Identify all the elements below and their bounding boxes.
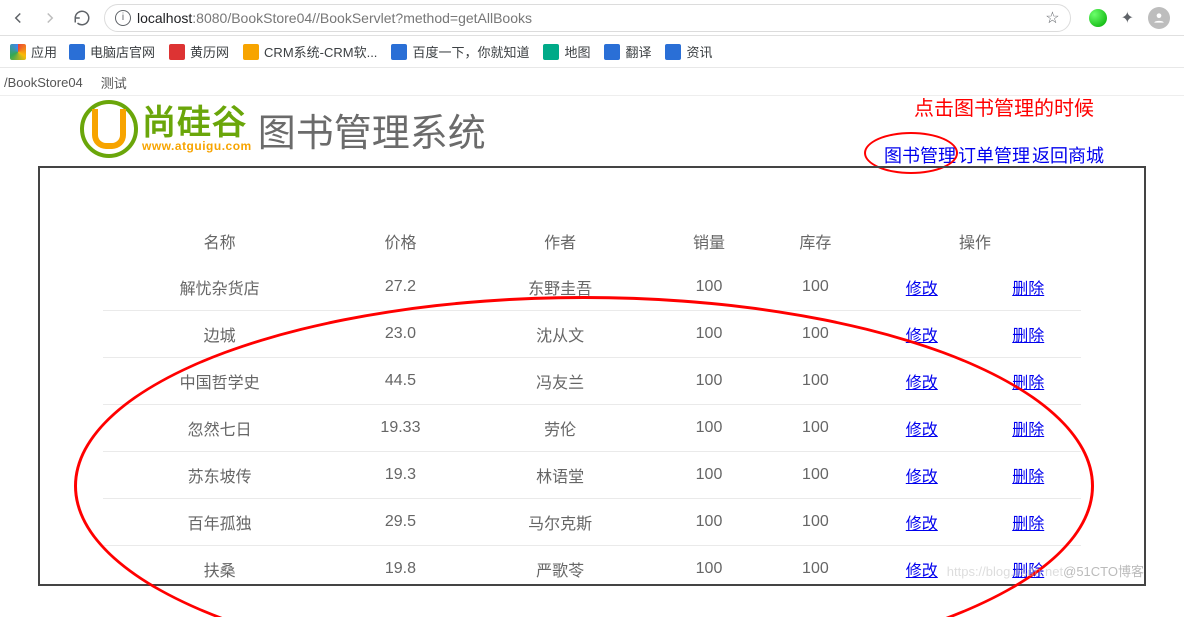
cell-sales: 100 [656, 311, 762, 358]
cell-sales: 100 [656, 405, 762, 452]
browser-toolbar: i localhost:8080/BookStore04//BookServle… [0, 0, 1184, 36]
cell-sales: 100 [656, 452, 762, 499]
cell-stock: 100 [762, 499, 868, 546]
content-frame[interactable]: 名称价格作者销量库存操作 解忧杂货店27.2东野圭吾100100修改删除边城23… [38, 166, 1146, 586]
nav-back[interactable]: 返回商城 [1032, 142, 1104, 168]
cell-stock: 100 [762, 358, 868, 405]
delete-link[interactable]: 删除 [1012, 516, 1044, 533]
cell-price: 19.33 [337, 405, 465, 452]
apps-button[interactable]: 应用 [10, 42, 57, 61]
tab-test[interactable]: 测试 [99, 71, 129, 94]
back-button[interactable] [8, 8, 28, 28]
cell-name: 中国哲学史 [103, 358, 337, 405]
col-header: 作者 [464, 218, 655, 264]
url-text: localhost:8080/BookStore04//BookServlet?… [137, 10, 532, 26]
cell-author: 冯友兰 [464, 358, 655, 405]
site-logo: 尚硅谷 www.atguigu.com [80, 100, 252, 158]
cell-author: 东野圭吾 [464, 264, 655, 311]
bookmark-item[interactable]: 地图 [543, 42, 590, 61]
extensions-button[interactable]: ✦ [1121, 8, 1134, 28]
nav-orders[interactable]: 订单管理 [958, 142, 1030, 168]
watermark: https://blog.csdn.net@51CTO博客 [947, 561, 1144, 580]
annotation-text: 点击图书管理的时候 [914, 92, 1094, 121]
logo-cn: 尚硅谷 [142, 106, 252, 140]
bookmark-item[interactable]: 黄历网 [169, 42, 229, 61]
cell-price: 44.5 [337, 358, 465, 405]
cell-author: 沈从文 [464, 311, 655, 358]
bookmark-item[interactable]: 百度一下，你就知道 [391, 42, 529, 61]
delete-link[interactable]: 删除 [1012, 469, 1044, 486]
edit-link[interactable]: 修改 [906, 516, 938, 533]
bookmark-item[interactable]: 电脑店官网 [69, 42, 155, 61]
logo-en: www.atguigu.com [142, 140, 252, 152]
table-row: 百年孤独29.5马尔克斯100100修改删除 [103, 499, 1082, 546]
delete-link[interactable]: 删除 [1012, 281, 1044, 298]
cell-name: 苏东坡传 [103, 452, 337, 499]
cell-stock: 100 [762, 546, 868, 587]
reload-button[interactable] [72, 8, 92, 28]
cell-price: 23.0 [337, 311, 465, 358]
cell-price: 27.2 [337, 264, 465, 311]
cell-author: 严歌苓 [464, 546, 655, 587]
col-header: 名称 [103, 218, 337, 264]
edit-link[interactable]: 修改 [906, 281, 938, 298]
edit-link[interactable]: 修改 [906, 422, 938, 439]
cell-sales: 100 [656, 358, 762, 405]
bookmark-star-icon[interactable]: ☆ [1045, 8, 1059, 28]
profile-avatar[interactable] [1148, 7, 1170, 29]
cell-name: 解忧杂货店 [103, 264, 337, 311]
col-header: 价格 [337, 218, 465, 264]
cell-name: 忽然七日 [103, 405, 337, 452]
table-row: 扶桑19.8严歌苓100100修改删除 [103, 546, 1082, 587]
delete-link[interactable]: 删除 [1012, 375, 1044, 392]
col-header: 操作 [869, 218, 1082, 264]
site-info-icon[interactable]: i [115, 10, 131, 26]
books-table: 名称价格作者销量库存操作 解忧杂货店27.2东野圭吾100100修改删除边城23… [103, 218, 1082, 586]
table-row: 忽然七日19.33劳伦100100修改删除 [103, 405, 1082, 452]
cell-name: 边城 [103, 311, 337, 358]
cell-sales: 100 [656, 546, 762, 587]
cell-stock: 100 [762, 452, 868, 499]
bookmarks-bar: 应用 电脑店官网 黄历网 CRM系统-CRM软... 百度一下，你就知道 地图 … [0, 36, 1184, 68]
cell-price: 19.3 [337, 452, 465, 499]
edit-link[interactable]: 修改 [906, 563, 938, 580]
cell-stock: 100 [762, 405, 868, 452]
edit-link[interactable]: 修改 [906, 375, 938, 392]
page-title: 图书管理系统 [258, 102, 486, 157]
bookmark-item[interactable]: CRM系统-CRM软... [243, 42, 377, 61]
extension-icon[interactable] [1089, 9, 1107, 27]
table-row: 苏东坡传19.3林语堂100100修改删除 [103, 452, 1082, 499]
edit-link[interactable]: 修改 [906, 328, 938, 345]
edit-link[interactable]: 修改 [906, 469, 938, 486]
bookmark-item[interactable]: 翻译 [604, 42, 651, 61]
forward-button[interactable] [40, 8, 60, 28]
logo-icon [80, 100, 138, 158]
cell-author: 马尔克斯 [464, 499, 655, 546]
cell-stock: 100 [762, 311, 868, 358]
col-header: 销量 [656, 218, 762, 264]
tab-bookstore[interactable]: /BookStore04 [2, 73, 85, 92]
table-row: 中国哲学史44.5冯友兰100100修改删除 [103, 358, 1082, 405]
page-header: 尚硅谷 www.atguigu.com 图书管理系统 点击图书管理的时候 图书管… [0, 96, 1184, 166]
cell-price: 29.5 [337, 499, 465, 546]
cell-price: 19.8 [337, 546, 465, 587]
cell-author: 劳伦 [464, 405, 655, 452]
table-row: 边城23.0沈从文100100修改删除 [103, 311, 1082, 358]
cell-stock: 100 [762, 264, 868, 311]
bookmark-item[interactable]: 资讯 [665, 42, 712, 61]
cell-name: 百年孤独 [103, 499, 337, 546]
delete-link[interactable]: 删除 [1012, 422, 1044, 439]
cell-author: 林语堂 [464, 452, 655, 499]
table-row: 解忧杂货店27.2东野圭吾100100修改删除 [103, 264, 1082, 311]
cell-sales: 100 [656, 264, 762, 311]
delete-link[interactable]: 删除 [1012, 328, 1044, 345]
cell-name: 扶桑 [103, 546, 337, 587]
cell-sales: 100 [656, 499, 762, 546]
address-bar[interactable]: i localhost:8080/BookStore04//BookServle… [104, 4, 1071, 32]
col-header: 库存 [762, 218, 868, 264]
